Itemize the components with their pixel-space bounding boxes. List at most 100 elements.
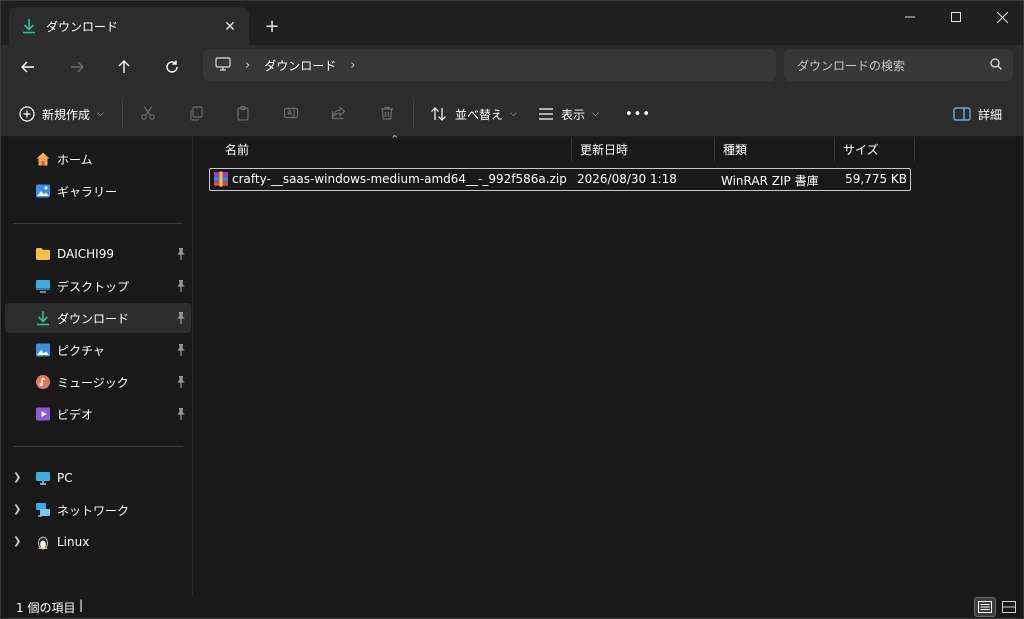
sidebar-item-downloads[interactable]: ダウンロード	[5, 303, 191, 333]
column-header-name[interactable]: 名前	[217, 137, 571, 161]
status-bar: 1 個の項目 |	[1, 595, 1023, 618]
maximize-icon	[951, 12, 961, 22]
sidebar-item-label: ミュージック	[57, 375, 129, 390]
refresh-button[interactable]	[156, 51, 188, 83]
new-tab-button[interactable]: +	[259, 13, 285, 39]
chevron-down-icon: ⌵	[97, 109, 104, 119]
download-icon	[21, 18, 37, 34]
sidebar-item-network[interactable]: ❯ ネットワーク	[5, 495, 191, 525]
sort-button[interactable]: 並べ替え ⌵	[430, 101, 517, 127]
file-row[interactable]: crafty-__saas-windows-medium-amd64__-_99…	[209, 168, 911, 191]
share-icon	[331, 106, 346, 120]
column-header-type[interactable]: 種類	[715, 137, 834, 161]
sidebar-item-desktop[interactable]: デスクトップ	[5, 271, 191, 301]
video-icon	[35, 406, 51, 422]
folder-icon	[35, 246, 51, 262]
new-button-label: 新規作成	[42, 107, 91, 122]
details-pane-icon	[953, 107, 971, 121]
view-button[interactable]: 表示 ⌵	[538, 101, 599, 127]
chevron-right-icon[interactable]: ❯	[13, 536, 21, 547]
sort-button-label: 並べ替え	[455, 107, 504, 122]
pin-icon[interactable]	[175, 407, 187, 421]
search-placeholder: ダウンロードの検索	[797, 58, 906, 73]
pictures-icon	[35, 342, 51, 358]
search-input[interactable]: ダウンロードの検索	[784, 49, 1013, 81]
pc-icon	[35, 470, 51, 486]
details-pane-button[interactable]: 詳細	[953, 101, 1002, 127]
rename-button[interactable]	[281, 103, 301, 123]
copy-button[interactable]	[186, 103, 206, 123]
details-pane-label: 詳細	[978, 107, 1003, 122]
column-header-size[interactable]: サイズ	[835, 137, 914, 161]
back-button[interactable]	[12, 51, 44, 83]
clipboard-icon	[237, 105, 249, 121]
address-field[interactable]: › ダウンロード ›	[203, 49, 776, 81]
close-window-button[interactable]	[979, 1, 1024, 33]
pin-icon[interactable]	[175, 375, 187, 389]
tab-close-button[interactable]: ✕	[219, 16, 241, 38]
file-list: ⌃ 名前 更新日時 種類 サイズ crafty-__saas-windows-m…	[194, 133, 1023, 595]
item-count: 1 個の項目	[16, 601, 76, 615]
details-view-button[interactable]	[974, 597, 996, 617]
forward-button[interactable]	[61, 51, 93, 83]
pin-icon[interactable]	[175, 279, 187, 293]
sort-icon	[431, 107, 446, 121]
sidebar-divider	[13, 446, 183, 447]
breadcrumb-chevron-icon[interactable]: ›	[350, 58, 355, 73]
cut-button[interactable]	[138, 103, 158, 123]
more-options-button[interactable]: •••	[625, 101, 651, 127]
sidebar-divider	[13, 223, 183, 224]
refresh-icon	[166, 60, 178, 73]
computer-icon	[215, 56, 231, 74]
copy-icon	[190, 106, 203, 121]
up-button[interactable]	[108, 51, 140, 83]
sidebar-item-daichi99[interactable]: DAICHI99	[5, 239, 191, 269]
arrow-left-icon	[21, 61, 34, 73]
pin-icon[interactable]	[175, 311, 187, 325]
close-icon	[996, 11, 1008, 23]
sidebar-item-pc[interactable]: ❯ PC	[5, 463, 191, 493]
winrar-archive-icon	[213, 171, 229, 190]
search-icon[interactable]	[989, 57, 1003, 74]
tiles-view-icon	[1002, 601, 1016, 613]
minimize-icon	[905, 16, 915, 18]
new-button[interactable]: 新規作成 ⌵	[19, 101, 104, 127]
sidebar-item-label: ビデオ	[57, 407, 94, 422]
scissors-icon	[141, 106, 155, 120]
file-modified: 2026/08/30 1:18	[577, 172, 677, 186]
column-header-modified[interactable]: 更新日時	[572, 137, 714, 161]
breadcrumb-downloads[interactable]: ダウンロード	[264, 57, 336, 74]
sidebar-item-home[interactable]: ホーム	[5, 144, 191, 174]
sidebar-item-label: ピクチャ	[57, 343, 105, 358]
column-divider[interactable]	[914, 137, 915, 161]
view-button-label: 表示	[561, 107, 586, 122]
pin-icon[interactable]	[175, 343, 187, 357]
sidebar-item-label: ギャラリー	[57, 184, 118, 199]
tab-downloads[interactable]: ダウンロード ✕	[9, 7, 249, 45]
paste-button[interactable]	[233, 103, 253, 123]
sidebar-item-videos[interactable]: ビデオ	[5, 399, 191, 429]
chevron-down-icon: ⌵	[510, 109, 517, 119]
home-icon	[35, 151, 51, 167]
maximize-button[interactable]	[933, 1, 979, 33]
chevron-right-icon[interactable]: ❯	[13, 472, 21, 483]
delete-button[interactable]	[377, 103, 397, 123]
file-name: crafty-__saas-windows-medium-amd64__-_99…	[232, 172, 567, 186]
sidebar-item-music[interactable]: ミュージック	[5, 367, 191, 397]
sidebar-item-pictures[interactable]: ピクチャ	[5, 335, 191, 365]
minimize-button[interactable]	[887, 1, 933, 33]
sidebar-item-gallery[interactable]: ギャラリー	[5, 176, 191, 206]
chevron-down-icon: ⌵	[592, 109, 599, 119]
sidebar-item-linux[interactable]: ❯ Linux	[5, 527, 191, 557]
navigation-pane: ホーム ギャラリー DAICHI99 デスクトップ ダウンロード ピクチャ ミュ…	[1, 137, 193, 595]
sidebar-item-label: ダウンロード	[57, 311, 130, 326]
pin-icon[interactable]	[175, 247, 187, 261]
chevron-right-icon[interactable]: ❯	[13, 504, 21, 515]
tiles-view-button[interactable]	[998, 597, 1020, 617]
share-button[interactable]	[329, 103, 349, 123]
trash-icon	[381, 106, 393, 120]
music-icon	[35, 374, 51, 390]
sidebar-item-label: DAICHI99	[57, 247, 114, 261]
breadcrumb-chevron-icon[interactable]: ›	[245, 58, 250, 73]
title-bar: ダウンロード ✕ +	[1, 1, 1023, 45]
